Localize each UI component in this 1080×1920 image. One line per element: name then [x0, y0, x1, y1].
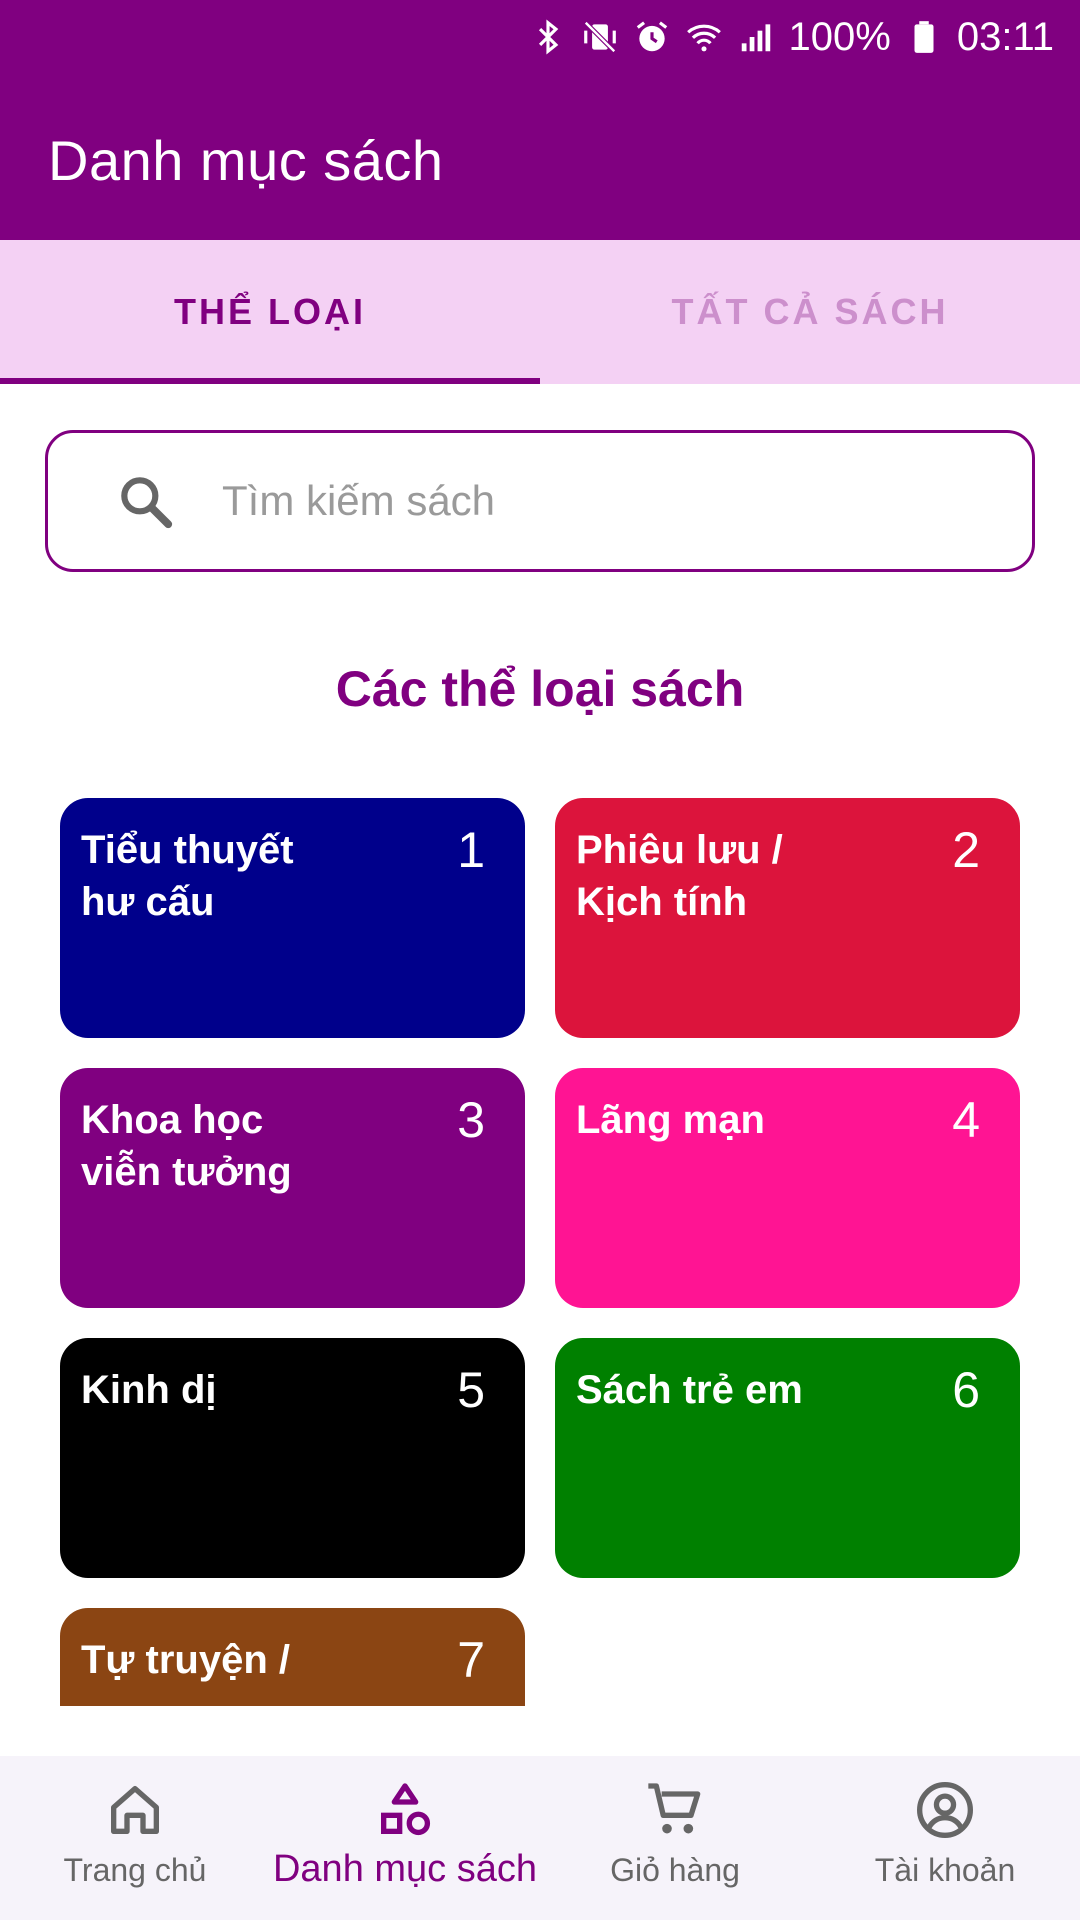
category-number: 4: [952, 1092, 980, 1148]
bluetooth-icon: [529, 18, 567, 56]
page-title: Danh mục sách: [48, 129, 444, 192]
category-card-2[interactable]: Phiêu lưu / Kịch tính 2: [555, 798, 1020, 1038]
category-number: 3: [457, 1092, 485, 1148]
app-bar: 100% 03:11 Danh mục sách: [0, 0, 1080, 240]
category-icon: [381, 1783, 431, 1836]
account-icon: [917, 1782, 973, 1838]
category-name: Sách trẻ em: [576, 1368, 803, 1412]
category-name: Tự truyện /: [81, 1638, 290, 1682]
tab-indicator: [0, 378, 540, 384]
category-number: 6: [952, 1362, 980, 1418]
category-name: Tiểu thuyết hư cấu: [81, 828, 294, 924]
search-icon: [121, 477, 173, 529]
tab-all-books[interactable]: TẤT CẢ SÁCH: [540, 240, 1080, 384]
clock: 03:11: [956, 14, 1054, 59]
vibrate-off-icon: [581, 18, 619, 56]
status-bar: 100% 03:11: [529, 12, 1054, 62]
category-grid-viewport: Tiểu thuyết hư cấu 1 Phiêu lưu / Kịch tí…: [0, 780, 1080, 1706]
category-card-5[interactable]: Kinh dị 5: [60, 1338, 525, 1578]
category-number: 7: [457, 1632, 485, 1688]
nav-label: Danh mục sách: [272, 1848, 537, 1890]
nav-home[interactable]: Trang chủ: [0, 1756, 270, 1920]
category-name: Phiêu lưu / Kịch tính: [576, 828, 783, 924]
search-input[interactable]: [220, 476, 984, 526]
category-name: Khoa học viễn tưởng: [81, 1098, 292, 1194]
tab-categories[interactable]: THỂ LOẠI: [0, 240, 540, 384]
search-box[interactable]: [45, 430, 1035, 572]
bottom-navigation: Trang chủ Danh mục sách Giỏ hàng Tài kho…: [0, 1756, 1080, 1920]
home-icon: [111, 1786, 159, 1834]
category-card-4[interactable]: Lãng mạn 4: [555, 1068, 1020, 1308]
category-grid: Tiểu thuyết hư cấu 1 Phiêu lưu / Kịch tí…: [60, 798, 1020, 1706]
nav-account[interactable]: Tài khoản: [810, 1756, 1080, 1920]
section-title: Các thể loại sách: [335, 661, 745, 717]
nav-label: Tài khoản: [874, 1852, 1016, 1888]
category-card-7[interactable]: Tự truyện / 7: [60, 1608, 525, 1706]
category-number: 5: [457, 1362, 485, 1418]
category-name: Kinh dị: [81, 1368, 217, 1412]
wifi-icon: [685, 18, 723, 56]
battery-icon: [905, 18, 943, 56]
category-card-6[interactable]: Sách trẻ em 6: [555, 1338, 1020, 1578]
category-name: Lãng mạn: [576, 1098, 765, 1142]
nav-label: Giỏ hàng: [610, 1852, 740, 1888]
nav-label: Trang chủ: [63, 1852, 207, 1888]
alarm-icon: [633, 18, 671, 56]
cart-icon: [648, 1783, 701, 1834]
nav-cart[interactable]: Giỏ hàng: [540, 1756, 810, 1920]
category-number: 1: [457, 822, 485, 878]
battery-percent: 100%: [788, 14, 891, 59]
tab-bar: THỂ LOẠI TẤT CẢ SÁCH: [0, 240, 1080, 384]
category-card-3[interactable]: Khoa học viễn tưởng 3: [60, 1068, 525, 1308]
signal-icon: [737, 18, 775, 56]
category-card-1[interactable]: Tiểu thuyết hư cấu 1: [60, 798, 525, 1038]
category-number: 2: [952, 822, 980, 878]
nav-categories[interactable]: Danh mục sách: [270, 1756, 540, 1920]
